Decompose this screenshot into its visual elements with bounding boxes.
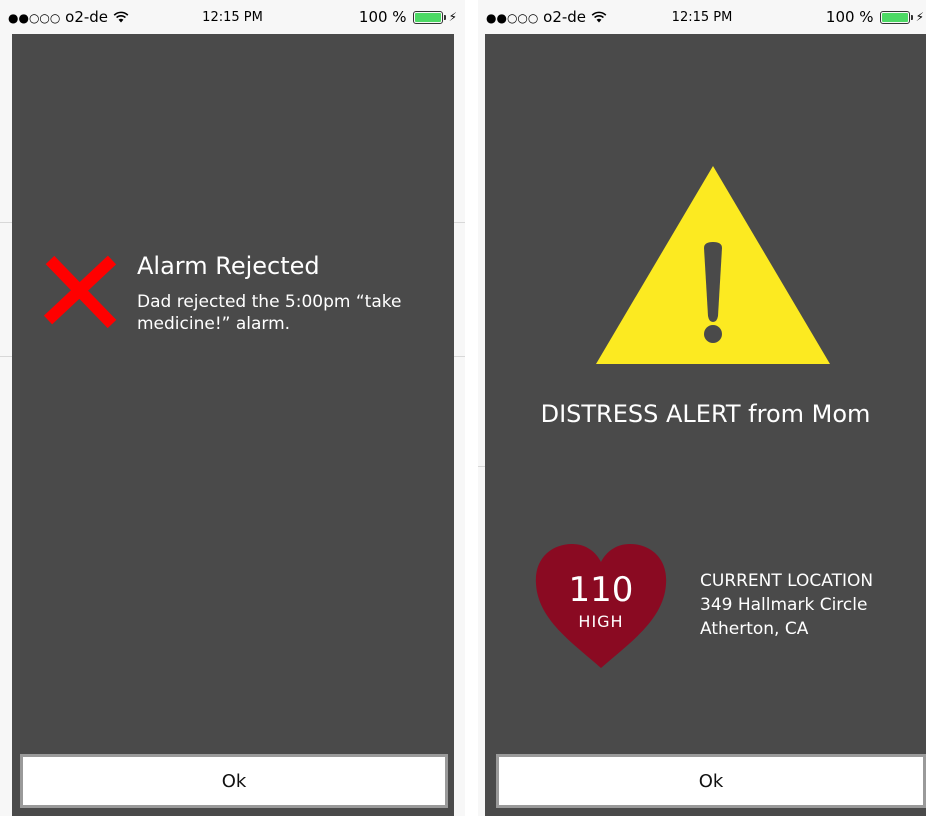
battery-status: 100 % ⚡ [826, 8, 924, 26]
location-label: CURRENT LOCATION [700, 571, 874, 591]
charging-bolt-icon: ⚡ [915, 10, 924, 24]
warning-icon [596, 166, 830, 364]
charging-bolt-icon: ⚡ [448, 10, 457, 24]
battery-status: 100 % ⚡ [359, 8, 457, 26]
battery-icon [412, 10, 446, 24]
battery-percent: 100 % [358, 8, 407, 26]
phone-screen-right: ●●○○○ o2-de 12:15 PM 100 % ⚡ DISTRESS AL… [478, 0, 926, 816]
heart-rate-status: HIGH [578, 612, 624, 631]
alert-message: Dad rejected the 5:00pm “take medicine!”… [137, 292, 402, 334]
ok-button-label: Ok [698, 770, 724, 792]
status-bar: ●●○○○ o2-de 12:15 PM 100 % ⚡ [478, 0, 926, 34]
background-divider [454, 222, 465, 223]
ok-button[interactable]: Ok [20, 754, 448, 808]
ok-button[interactable]: Ok [496, 754, 926, 808]
ok-button-label: Ok [221, 770, 247, 792]
background-divider [0, 222, 12, 223]
status-bar: ●●○○○ o2-de 12:15 PM 100 % ⚡ [0, 0, 465, 34]
distress-alert-title: DISTRESS ALERT from Mom [540, 400, 871, 428]
battery-icon [879, 10, 913, 24]
location-info: CURRENT LOCATION 349 Hallmark Circle Ath… [700, 569, 873, 641]
alert-title: Alarm Rejected [137, 252, 320, 280]
background-divider [0, 356, 12, 357]
location-address-line2: Atherton, CA [700, 619, 809, 639]
alert-modal [12, 34, 454, 816]
x-icon [43, 255, 117, 329]
location-address-line1: 349 Hallmark Circle [700, 595, 868, 615]
background-divider [454, 356, 465, 357]
phone-screen-left: ●●○○○ o2-de 12:15 PM 100 % ⚡ Alarm Rejec [0, 0, 465, 816]
heart-rate-value: 110 [568, 570, 634, 610]
battery-percent: 100 % [825, 8, 874, 26]
background-divider [478, 466, 485, 467]
